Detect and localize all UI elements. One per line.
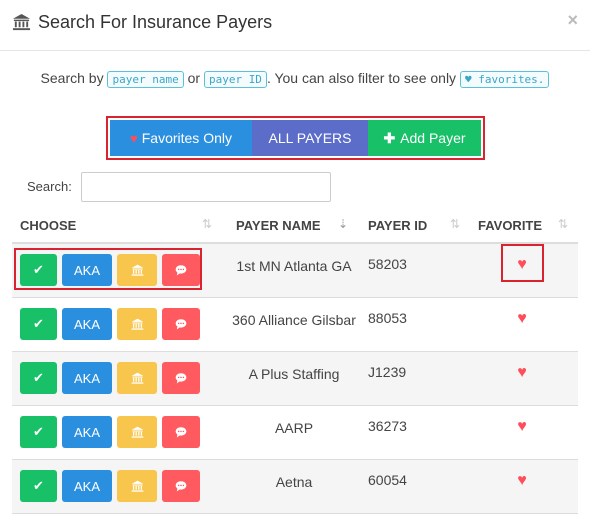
all-payers-label: ALL PAYERS xyxy=(268,130,352,146)
row-actions: ✔ AKA xyxy=(20,362,205,394)
payer-name: AARP xyxy=(274,420,314,436)
comment-button[interactable] xyxy=(162,362,200,394)
sort-icon[interactable]: ⇅ xyxy=(558,217,568,231)
sort-icon[interactable]: ⇅ xyxy=(202,217,212,231)
favorites-only-label: Favorites Only xyxy=(141,130,232,146)
favorite-heart-icon[interactable]: ♥ xyxy=(507,310,537,328)
comment-icon xyxy=(175,319,187,330)
aka-button[interactable]: AKA xyxy=(62,470,112,502)
payer-id-code: payer ID xyxy=(203,71,267,88)
aka-button[interactable]: AKA xyxy=(62,362,112,394)
payer-id: 58203 xyxy=(368,256,407,272)
select-button[interactable]: ✔ xyxy=(20,416,57,448)
column-payer-id[interactable]: PAYER ID xyxy=(368,218,427,233)
close-icon[interactable]: × xyxy=(567,10,578,31)
comment-button[interactable] xyxy=(162,308,200,340)
bank-icon xyxy=(131,480,143,492)
aka-label: AKA xyxy=(73,478,100,494)
aka-button[interactable]: AKA xyxy=(62,416,112,448)
payer-name: Aetna xyxy=(275,474,313,490)
check-icon: ✔ xyxy=(33,478,44,493)
payer-id: J1239 xyxy=(368,364,407,380)
aka-button[interactable]: AKA xyxy=(62,308,112,340)
intro-text: Search by payer name or payer ID. You ca… xyxy=(0,70,590,88)
select-button[interactable]: ✔ xyxy=(20,308,57,340)
table-row[interactable]: ✔ AKA A Plus Staffing J1239 ♥ xyxy=(12,352,578,406)
favorites-code-label: favorites. xyxy=(478,73,545,86)
row-actions: ✔ AKA xyxy=(20,308,205,340)
payer-id: 60054 xyxy=(368,472,407,488)
filter-button-group: ♥ Favorites Only ALL PAYERS ✚ Add Payer xyxy=(110,120,481,156)
comment-button[interactable] xyxy=(162,470,200,502)
payer-id: 88053 xyxy=(368,310,407,326)
comment-icon xyxy=(175,427,187,438)
modal-title-text: Search For Insurance Payers xyxy=(38,12,273,32)
check-icon: ✔ xyxy=(33,316,44,331)
table-row[interactable]: ✔ AKA AARP 36273 ♥ xyxy=(12,406,578,460)
favorite-highlight xyxy=(501,244,544,282)
table-row[interactable]: ✔ AKA 360 Alliance Gilsbar 88053 ♥ xyxy=(12,298,578,352)
payer-name: A Plus Staffing xyxy=(248,366,340,382)
table-row[interactable]: ✔ AKA Aetna 60054 ♥ xyxy=(12,460,578,514)
intro-or: or xyxy=(187,70,201,86)
check-icon: ✔ xyxy=(33,370,44,385)
row-actions: ✔ AKA xyxy=(20,416,205,448)
intro-prefix: Search by xyxy=(40,70,104,86)
heart-icon: ♥ xyxy=(130,130,138,146)
bank-icon xyxy=(131,426,143,438)
row-actions: ✔ AKA xyxy=(20,470,205,502)
modal-title: Search For Insurance Payers xyxy=(12,12,272,33)
aka-label: AKA xyxy=(73,316,100,332)
bank-icon xyxy=(131,318,143,330)
select-button[interactable]: ✔ xyxy=(20,470,57,502)
favorite-heart-icon[interactable]: ♥ xyxy=(507,364,537,382)
favorites-code: ♥ favorites. xyxy=(459,71,550,88)
favorite-heart-icon[interactable]: ♥ xyxy=(507,418,537,436)
search-input[interactable] xyxy=(81,172,331,202)
add-payer-label: Add Payer xyxy=(400,130,466,146)
filter-button-group-highlight: ♥ Favorites Only ALL PAYERS ✚ Add Payer xyxy=(106,116,485,160)
heart-icon: ♥ xyxy=(464,73,472,86)
payer-details-button[interactable] xyxy=(117,362,157,394)
all-payers-button[interactable]: ALL PAYERS xyxy=(252,120,368,156)
aka-label: AKA xyxy=(73,424,100,440)
payer-name: 1st MN Atlanta GA xyxy=(236,258,352,274)
plus-icon: ✚ xyxy=(383,129,396,146)
bank-icon xyxy=(131,372,143,384)
favorites-only-button[interactable]: ♥ Favorites Only xyxy=(110,120,252,156)
add-payer-button[interactable]: ✚ Add Payer xyxy=(368,120,481,156)
favorite-heart-icon[interactable]: ♥ xyxy=(507,472,537,490)
payer-id: 36273 xyxy=(368,418,407,434)
column-payer-name[interactable]: PAYER NAME xyxy=(236,218,321,233)
comment-button[interactable] xyxy=(162,416,200,448)
sort-icon[interactable]: ⇅ xyxy=(450,217,460,231)
payer-details-button[interactable] xyxy=(117,308,157,340)
comment-icon xyxy=(175,373,187,384)
bank-icon xyxy=(12,13,31,31)
column-favorite[interactable]: FAVORITE xyxy=(478,218,542,233)
select-button[interactable]: ✔ xyxy=(20,362,57,394)
payer-details-button[interactable] xyxy=(117,470,157,502)
intro-middle: . You can also filter to see only xyxy=(266,70,457,86)
payer-name-code: payer name xyxy=(107,71,184,88)
check-icon: ✔ xyxy=(33,424,44,439)
row-actions-highlight xyxy=(14,248,202,290)
sort-asc-icon[interactable]: ⇣ xyxy=(338,217,348,231)
payer-name: 360 Alliance Gilsbar xyxy=(232,312,356,328)
table-header: CHOOSE ⇅ PAYER NAME ⇣ PAYER ID ⇅ FAVORIT… xyxy=(12,208,578,244)
aka-label: AKA xyxy=(73,370,100,386)
payer-details-button[interactable] xyxy=(117,416,157,448)
column-choose[interactable]: CHOOSE xyxy=(20,218,76,233)
modal-header: Search For Insurance Payers × xyxy=(0,0,590,51)
comment-icon xyxy=(175,481,187,492)
search-label: Search: xyxy=(27,179,72,194)
